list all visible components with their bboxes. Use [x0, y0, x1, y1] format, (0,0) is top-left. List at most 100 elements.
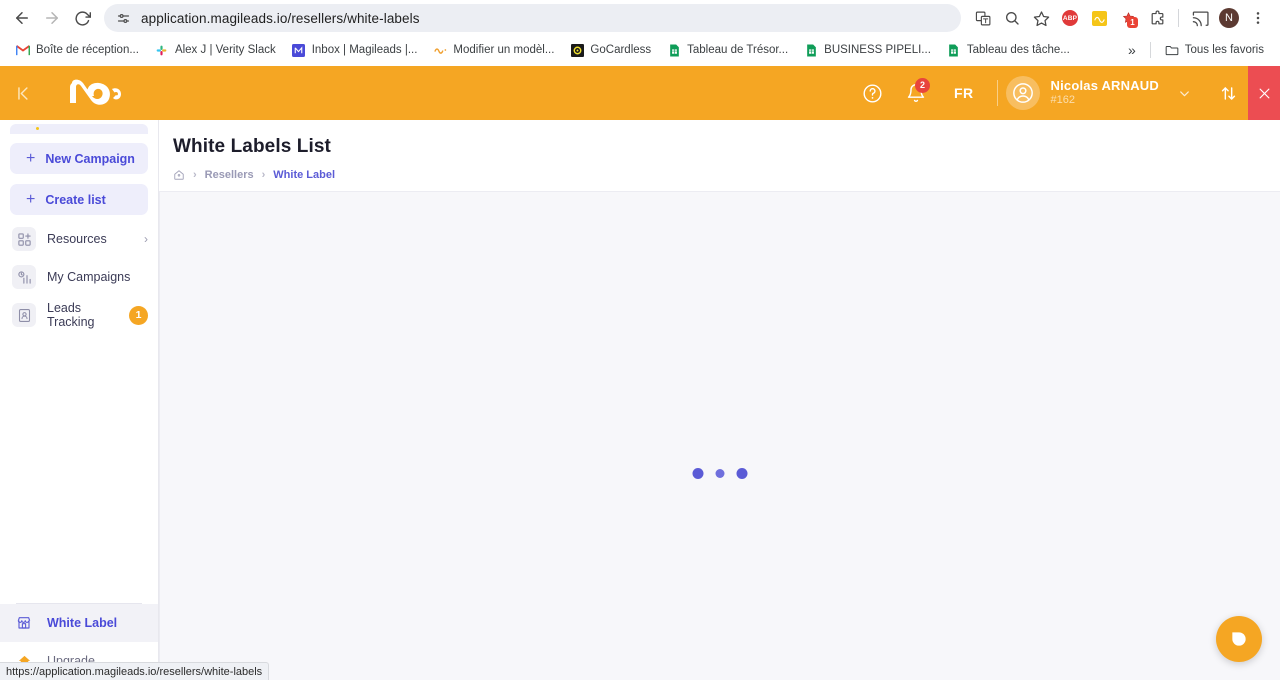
all-bookmarks-label: Tous les favoris — [1184, 44, 1264, 56]
breadcrumb: › Resellers › White Label — [173, 169, 1280, 181]
loading-indicator — [692, 468, 748, 479]
bookmark-item[interactable]: Inbox | Magileads |... — [284, 40, 426, 60]
store-icon — [12, 611, 36, 635]
new-campaign-button[interactable]: + New Campaign — [10, 143, 148, 174]
bookmarks-divider — [1149, 42, 1151, 58]
sort-updown-icon[interactable] — [1208, 66, 1248, 120]
user-menu[interactable]: Nicolas ARNAUD #162 — [1006, 76, 1208, 110]
grid-plus-icon — [12, 227, 36, 251]
chat-bubble-icon[interactable] — [1216, 616, 1262, 662]
back-arrow-icon[interactable] — [8, 4, 36, 32]
sidebar-partial-item[interactable] — [10, 124, 148, 134]
profile-avatar[interactable]: N — [1215, 4, 1243, 32]
bookmark-label: Tableau de Trésor... — [687, 44, 789, 56]
bookmark-label: Modifier un modèl... — [453, 44, 555, 56]
app-body: + New Campaign + Create list Resources ›… — [0, 120, 1280, 680]
user-id: #162 — [1050, 94, 1075, 107]
breadcrumb-item-resellers[interactable]: Resellers — [205, 169, 254, 181]
bookmark-item[interactable]: Modifier un modèl... — [425, 40, 562, 60]
adblock-badge: ABP — [1062, 10, 1078, 26]
notifications-badge: 2 — [915, 78, 931, 93]
contact-card-icon — [12, 303, 36, 327]
chart-clock-icon — [12, 265, 36, 289]
address-bar-url: application.magileads.io/resellers/white… — [141, 10, 420, 26]
honey-extension-icon[interactable] — [1085, 4, 1113, 32]
puzzle-icon[interactable] — [1143, 4, 1171, 32]
bell-icon[interactable]: 2 — [894, 66, 938, 120]
sidebar-item-label: White Label — [47, 616, 118, 630]
magileads-logo[interactable] — [48, 77, 160, 109]
content-panel — [159, 191, 1280, 680]
cast-icon[interactable] — [1186, 4, 1214, 32]
browser-tool-icons: ABP 1 N — [969, 4, 1272, 32]
plus-icon: + — [26, 190, 36, 208]
close-icon[interactable] — [1248, 66, 1280, 120]
bookmark-label: BUSINESS PIPELI... — [824, 44, 931, 56]
breadcrumb-item-white-label: White Label — [273, 169, 336, 181]
sidebar-item-resources[interactable]: Resources › — [0, 220, 158, 258]
plus-icon: + — [26, 149, 36, 167]
user-name: Nicolas ARNAUD — [1050, 78, 1159, 94]
sheets-icon — [804, 43, 818, 57]
bookmark-item[interactable]: GoCardless — [562, 40, 659, 60]
translate-icon[interactable] — [969, 4, 997, 32]
chevron-right-icon: › — [144, 232, 148, 246]
site-settings-icon[interactable] — [116, 11, 131, 26]
main-content: White Labels List › Resellers › White La… — [159, 120, 1280, 680]
sidebar-item-badge: 1 — [129, 305, 148, 325]
gmail-icon — [16, 43, 30, 57]
gocardless-icon — [570, 43, 584, 57]
bookmark-label: Inbox | Magileads |... — [311, 44, 418, 56]
bookmarks-bar: Boîte de réception... Alex J | Verity Sl… — [0, 36, 1280, 64]
extension-with-badge-icon[interactable]: 1 — [1114, 4, 1142, 32]
sheets-icon — [667, 43, 681, 57]
home-icon[interactable] — [173, 169, 185, 181]
star-icon[interactable] — [1027, 4, 1055, 32]
all-bookmarks-button[interactable]: Tous les favoris — [1157, 40, 1272, 60]
sidebar-item-white-label[interactable]: White Label — [0, 604, 158, 642]
bookmark-item[interactable]: Tableau de Trésor... — [659, 40, 796, 60]
help-circle-icon[interactable] — [850, 66, 894, 120]
magileads-icon — [292, 43, 306, 57]
sidebar-item-label: Leads Tracking — [47, 301, 95, 329]
forward-arrow-icon[interactable] — [38, 4, 66, 32]
create-list-label: Create list — [45, 192, 106, 207]
language-selector[interactable]: FR — [938, 85, 989, 101]
loader-dot — [715, 469, 725, 478]
breadcrumb-separator: › — [193, 169, 197, 181]
bookmark-item[interactable]: Tableau des tâche... — [939, 40, 1078, 60]
page-header: White Labels List › Resellers › White La… — [159, 120, 1280, 191]
bookmark-item[interactable]: BUSINESS PIPELI... — [796, 40, 939, 60]
bookmarks-overflow-button[interactable]: » — [1120, 39, 1144, 61]
adblock-extension-icon[interactable]: ABP — [1056, 4, 1084, 32]
collapse-sidebar-icon[interactable] — [0, 66, 48, 120]
user-avatar-icon — [1006, 76, 1041, 110]
address-bar[interactable]: application.magileads.io/resellers/white… — [104, 4, 961, 32]
search-icon[interactable] — [998, 4, 1026, 32]
loader-dot — [736, 468, 748, 479]
sidebar-item-label: Resources — [47, 232, 107, 246]
browser-toolbar: application.magileads.io/resellers/white… — [0, 0, 1280, 36]
slack-icon — [155, 43, 169, 57]
browser-chrome: application.magileads.io/resellers/white… — [0, 0, 1280, 66]
kebab-menu-icon[interactable] — [1244, 4, 1272, 32]
bookmark-label: Boîte de réception... — [36, 44, 139, 56]
sidebar: + New Campaign + Create list Resources ›… — [0, 120, 159, 680]
sidebar-item-leads-tracking[interactable]: Leads Tracking 1 — [0, 296, 158, 334]
app-header: 2 FR Nicolas ARNAUD #162 — [0, 66, 1280, 120]
template-icon — [433, 43, 447, 57]
bookmark-item[interactable]: Boîte de réception... — [8, 40, 147, 60]
reload-icon[interactable] — [68, 4, 96, 32]
sidebar-item-my-campaigns[interactable]: My Campaigns — [0, 258, 158, 296]
chevron-down-icon[interactable] — [1169, 86, 1204, 101]
sheets-icon — [947, 43, 961, 57]
extension-badge-count: 1 — [1127, 17, 1138, 28]
create-list-button[interactable]: + Create list — [10, 184, 148, 215]
bookmark-label: GoCardless — [590, 44, 652, 56]
sidebar-item-label: My Campaigns — [47, 270, 131, 284]
bookmark-item[interactable]: Alex J | Verity Slack — [147, 40, 284, 60]
status-bar-url: https://application.magileads.io/reselle… — [0, 662, 270, 680]
user-info: Nicolas ARNAUD #162 — [1050, 78, 1159, 107]
new-campaign-label: New Campaign — [45, 151, 135, 166]
